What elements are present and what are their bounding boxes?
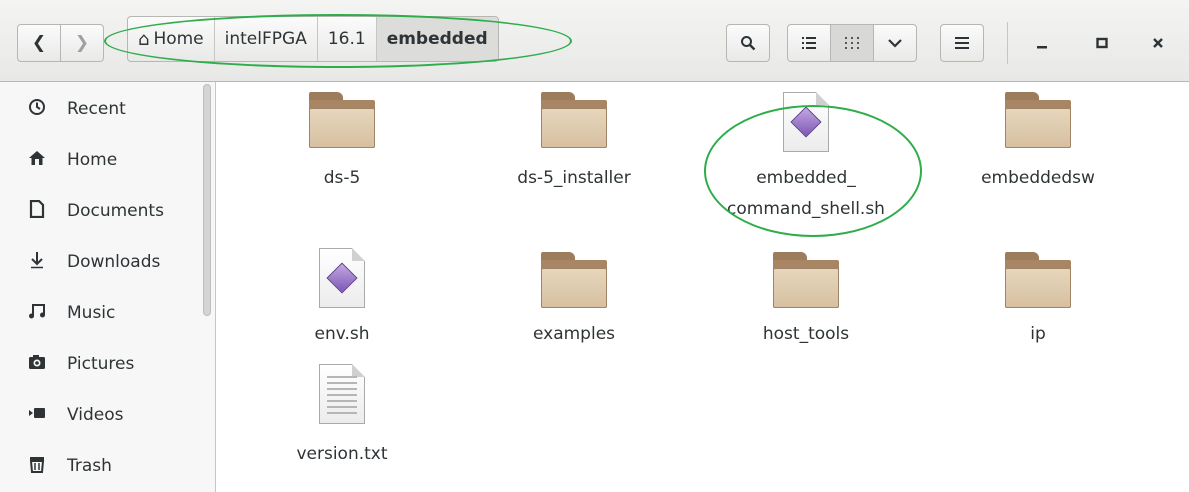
breadcrumb-label: 16.1	[327, 29, 366, 49]
file-item-ds-5[interactable]: ds-5	[237, 92, 447, 212]
menu-button[interactable]	[940, 24, 984, 62]
file-item-ds-5-installer[interactable]: ds-5_installer	[469, 92, 679, 212]
sidebar-item-label: Downloads	[67, 252, 161, 272]
file-name: ip	[1030, 324, 1046, 344]
breadcrumb-label: Home	[153, 29, 204, 49]
breadcrumb: ⌂ Home intelFPGA 16.1 embedded	[127, 16, 499, 62]
forward-button[interactable]: ❯	[60, 24, 104, 62]
chevron-left-icon: ❮	[31, 33, 47, 53]
music-icon	[26, 302, 48, 325]
sidebar-item-label: Documents	[67, 201, 164, 221]
file-item-ip[interactable]: ip	[933, 248, 1143, 358]
folder-icon	[773, 252, 839, 308]
breadcrumb-16-1[interactable]: 16.1	[318, 17, 377, 61]
sidebar-item-trash[interactable]: Trash	[0, 443, 200, 489]
sidebar-item-label: Trash	[67, 456, 112, 476]
file-name: examples	[532, 324, 616, 344]
minimize-icon	[1037, 46, 1047, 49]
close-icon	[1153, 38, 1163, 48]
breadcrumb-label: embedded	[386, 29, 488, 49]
home-icon: ⌂	[138, 28, 150, 50]
file-name-line2: command_shell.sh	[727, 199, 885, 219]
download-icon	[26, 251, 48, 274]
text-lines	[327, 376, 357, 418]
clock-icon	[26, 98, 48, 121]
chevron-right-icon: ❯	[74, 33, 90, 53]
sidebar: Recent Home Documents Downloads Music Pi…	[0, 82, 216, 492]
header-separator	[1007, 22, 1008, 64]
breadcrumb-label: intelFPGA	[224, 29, 307, 49]
folder-icon	[1005, 92, 1071, 148]
breadcrumb-home[interactable]: ⌂ Home	[128, 17, 215, 61]
sidebar-item-downloads[interactable]: Downloads	[0, 239, 200, 285]
folder-icon	[541, 252, 607, 308]
document-icon	[26, 199, 48, 223]
view-options-button[interactable]	[873, 24, 917, 62]
camera-icon	[26, 353, 48, 376]
file-item-examples[interactable]: examples	[469, 248, 679, 358]
list-view-icon	[802, 37, 816, 49]
file-item-host-tools[interactable]: host_tools	[701, 248, 911, 358]
maximize-button[interactable]	[1082, 24, 1122, 62]
sidebar-item-home[interactable]: Home	[0, 137, 200, 183]
file-name: ds-5_installer	[517, 168, 631, 188]
file-item-version-txt[interactable]: version.txt	[237, 364, 447, 474]
sidebar-item-label: Recent	[67, 99, 126, 119]
search-icon	[741, 36, 756, 51]
video-icon	[26, 404, 48, 427]
file-name: embeddedsw	[981, 168, 1095, 188]
trash-icon	[26, 455, 48, 478]
back-button[interactable]: ❮	[17, 24, 61, 62]
sidebar-item-recent[interactable]: Recent	[0, 86, 200, 132]
hamburger-icon	[955, 37, 969, 49]
maximize-icon	[1096, 37, 1108, 49]
folder-icon	[541, 92, 607, 148]
sidebar-item-music[interactable]: Music	[0, 290, 200, 336]
close-button[interactable]	[1138, 24, 1178, 62]
file-name: version.txt	[296, 444, 388, 464]
grid-view-button[interactable]	[830, 24, 874, 62]
list-view-button[interactable]	[787, 24, 831, 62]
file-name: host_tools	[762, 324, 850, 344]
folder-icon	[1005, 252, 1071, 308]
file-item-embedded-command-shell[interactable]: embedded_ command_shell.sh	[701, 92, 911, 232]
sidebar-item-label: Pictures	[67, 354, 135, 374]
header-bar: ❮ ❯ ⌂ Home intelFPGA 16.1 embedded	[0, 0, 1189, 82]
home-icon	[26, 149, 48, 172]
sidebar-scrollbar[interactable]	[203, 84, 211, 316]
sidebar-item-label: Music	[67, 303, 116, 323]
grid-view-icon	[845, 37, 859, 49]
sidebar-item-label: Home	[67, 150, 118, 170]
breadcrumb-embedded[interactable]: embedded	[376, 17, 498, 61]
sidebar-item-documents[interactable]: Documents	[0, 188, 200, 234]
sidebar-item-pictures[interactable]: Pictures	[0, 341, 200, 387]
file-item-env-sh[interactable]: env.sh	[237, 248, 447, 358]
minimize-button[interactable]	[1022, 24, 1062, 62]
chevron-down-icon	[888, 39, 902, 48]
file-name: env.sh	[314, 324, 370, 344]
search-button[interactable]	[726, 24, 770, 62]
folder-icon	[309, 92, 375, 148]
breadcrumb-intelfpga[interactable]: intelFPGA	[215, 17, 318, 61]
file-name: ds-5	[323, 168, 361, 188]
file-item-embeddedsw[interactable]: embeddedsw	[933, 92, 1143, 212]
sidebar-item-videos[interactable]: Videos	[0, 392, 200, 438]
sidebar-item-label: Videos	[67, 405, 124, 425]
file-name-line1: embedded_	[756, 168, 856, 188]
